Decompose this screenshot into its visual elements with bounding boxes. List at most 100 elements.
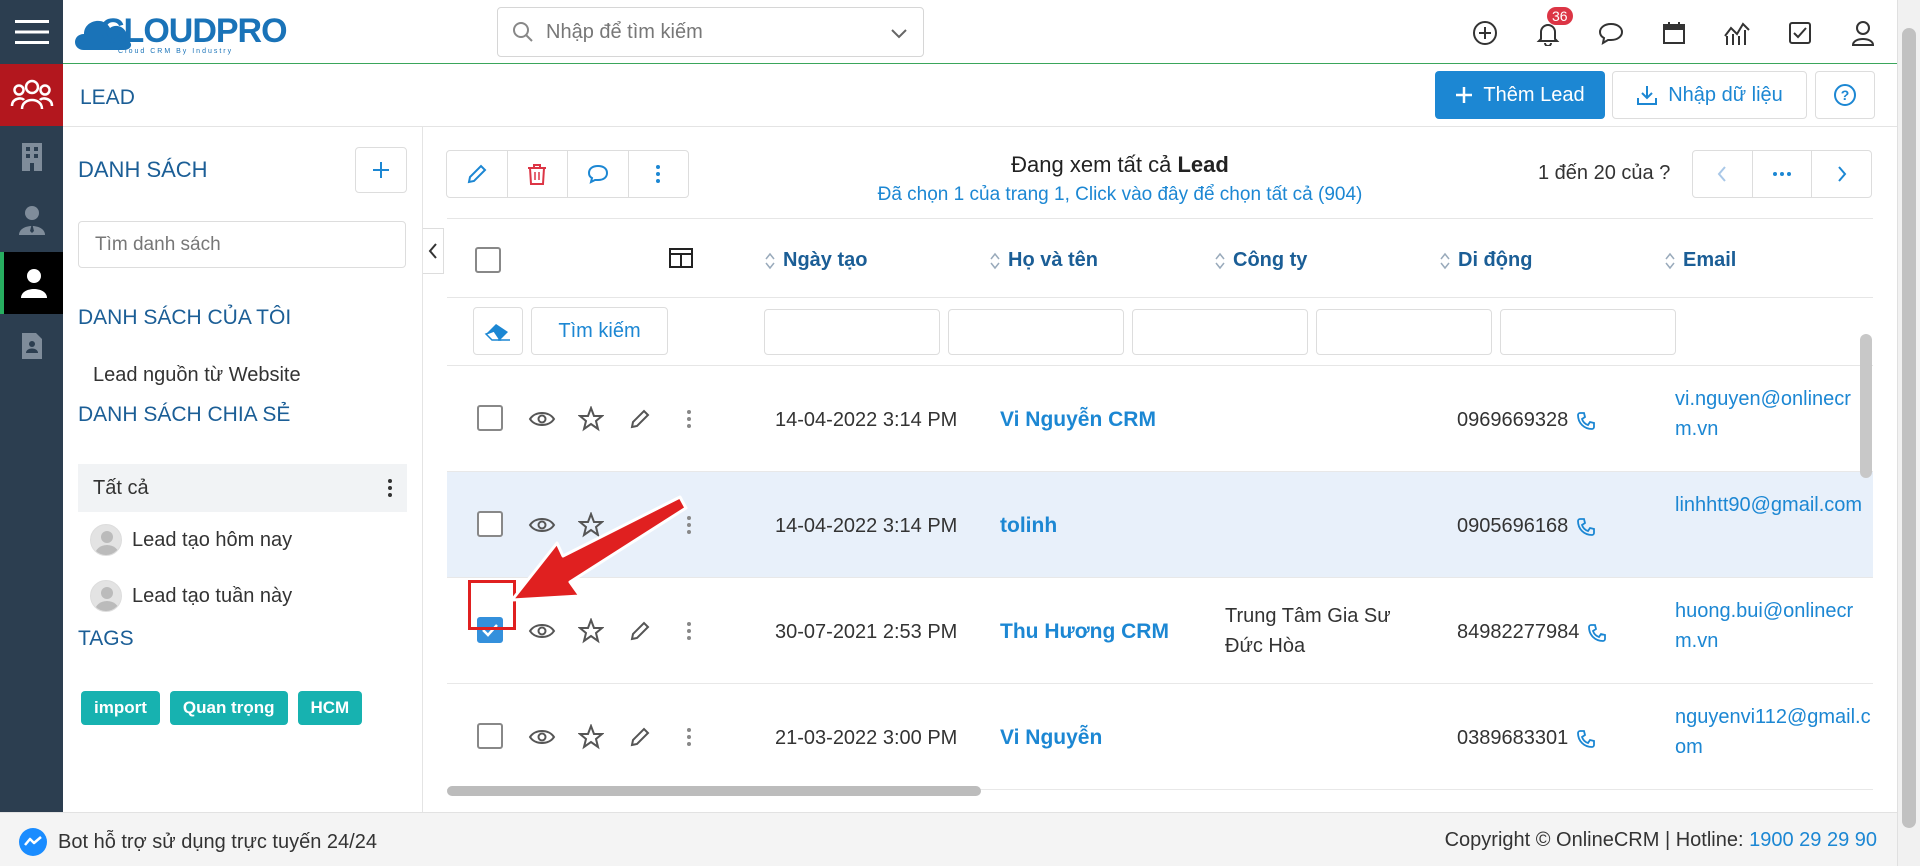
star-icon[interactable] xyxy=(576,616,605,645)
more-vertical-icon[interactable] xyxy=(674,616,703,645)
sidebar-item-documents[interactable] xyxy=(0,315,63,377)
list-item-all[interactable]: Tất cả xyxy=(78,464,407,512)
eye-icon[interactable] xyxy=(527,616,556,645)
cloudpro-logo[interactable]: CLOUDPRO Cloud CRM By Industry xyxy=(70,4,300,58)
star-icon[interactable] xyxy=(576,404,605,433)
filter-company-input[interactable] xyxy=(1132,309,1308,355)
row-checkbox-checked[interactable] xyxy=(477,617,503,643)
more-vertical-icon[interactable] xyxy=(674,510,703,539)
task-checkbox-icon[interactable] xyxy=(1783,16,1817,50)
row-checkbox[interactable] xyxy=(477,511,503,537)
phone-icon[interactable] xyxy=(1576,517,1596,537)
eye-icon[interactable] xyxy=(527,510,556,539)
cell-full-name[interactable]: Thu Hương CRM xyxy=(1000,620,1169,644)
user-profile-icon[interactable] xyxy=(1846,16,1880,50)
page-scrollbar[interactable] xyxy=(1897,0,1920,866)
column-header-mobile[interactable]: Di động xyxy=(1440,249,1532,272)
table-row[interactable]: 14-04-2022 3:14 PM Vi Nguyễn CRM 0969669… xyxy=(447,366,1873,472)
column-header-full-name[interactable]: Họ và tên xyxy=(990,249,1098,272)
row-checkbox[interactable] xyxy=(477,723,503,749)
column-layout-icon[interactable] xyxy=(668,246,694,270)
table-row[interactable]: 14-04-2022 3:14 PM tolinh 0905696168 lin… xyxy=(447,472,1873,578)
add-lead-button[interactable]: Thêm Lead xyxy=(1435,71,1605,119)
cell-email[interactable]: vi.nguyen@onlinecrm.vn xyxy=(1675,384,1873,444)
add-circle-icon[interactable] xyxy=(1468,16,1502,50)
cell-full-name[interactable]: Vi Nguyễn CRM xyxy=(1000,408,1156,432)
next-page-button[interactable] xyxy=(1812,151,1871,197)
cell-full-name[interactable]: tolinh xyxy=(1000,514,1057,538)
clear-filter-button[interactable] xyxy=(473,307,523,355)
sidebar-item-organizations[interactable] xyxy=(0,126,63,188)
phone-icon[interactable] xyxy=(1587,623,1607,643)
column-header-company[interactable]: Công ty xyxy=(1215,249,1307,272)
eye-icon[interactable] xyxy=(527,722,556,751)
pencil-icon[interactable] xyxy=(625,510,654,539)
column-header-created-date[interactable]: Ngày tạo xyxy=(765,249,867,272)
filter-mobile-input[interactable] xyxy=(1316,309,1492,355)
table-row[interactable]: 21-03-2022 3:00 PM Vi Nguyễn 0389683301 … xyxy=(447,684,1873,790)
sidebar-item-contacts-group[interactable] xyxy=(0,64,63,126)
sidebar-item-contacts[interactable] xyxy=(0,189,63,251)
help-button[interactable]: ? xyxy=(1815,71,1875,119)
global-search-input[interactable] xyxy=(546,20,923,44)
filter-created-date-input[interactable] xyxy=(764,309,940,355)
tag-hcm[interactable]: HCM xyxy=(297,691,363,725)
collapse-panel-button[interactable] xyxy=(423,228,444,274)
vertical-scrollbar[interactable] xyxy=(1860,334,1872,478)
phone-icon[interactable] xyxy=(1576,729,1596,749)
report-chart-icon[interactable] xyxy=(1720,16,1754,50)
tags-heading: TAGS xyxy=(78,627,134,650)
more-vertical-icon[interactable] xyxy=(674,404,703,433)
view-info: Đang xem tất cả Lead Đã chọn 1 của trang… xyxy=(760,152,1480,206)
horizontal-scrollbar[interactable] xyxy=(447,786,981,796)
calendar-icon[interactable] xyxy=(1657,16,1691,50)
select-all-checkbox[interactable] xyxy=(475,247,501,273)
cell-email[interactable]: huong.bui@onlinecrm.vn xyxy=(1675,596,1873,656)
list-item-today[interactable]: Lead tạo hôm nay xyxy=(90,524,292,556)
more-actions-button[interactable] xyxy=(629,151,689,197)
global-search[interactable] xyxy=(497,7,924,57)
more-vertical-icon[interactable] xyxy=(387,478,393,498)
pencil-icon[interactable] xyxy=(625,404,654,433)
add-list-button[interactable] xyxy=(355,147,407,193)
row-checkbox[interactable] xyxy=(477,405,503,431)
chevron-down-icon[interactable] xyxy=(889,23,909,43)
list-item-this-week[interactable]: Lead tạo tuần này xyxy=(90,580,292,612)
star-icon[interactable] xyxy=(576,510,605,539)
eye-icon[interactable] xyxy=(527,404,556,433)
filter-email-input[interactable] xyxy=(1500,309,1676,355)
pencil-icon[interactable] xyxy=(625,616,654,645)
table-row[interactable]: 30-07-2021 2:53 PM Thu Hương CRM Trung T… xyxy=(447,578,1873,684)
sort-icon xyxy=(1665,252,1675,269)
pagination-total[interactable]: ? xyxy=(1659,162,1670,184)
more-vertical-icon[interactable] xyxy=(674,722,703,751)
tag-important[interactable]: Quan trọng xyxy=(169,691,288,725)
cell-email[interactable]: linhhtt90@gmail.com xyxy=(1675,490,1873,520)
page-more-button[interactable] xyxy=(1753,151,1813,197)
chatbot-link[interactable]: Bot hỗ trợ sử dụng trực tuyến 24/24 xyxy=(18,827,377,857)
hotline-link[interactable]: 1900 29 29 90 xyxy=(1749,829,1877,851)
view-title-prefix: Đang xem tất cả xyxy=(1011,152,1178,177)
search-filter-button[interactable]: Tìm kiếm xyxy=(531,307,668,355)
import-data-button[interactable]: Nhập dữ liệu xyxy=(1612,71,1807,119)
tag-import[interactable]: import xyxy=(81,691,160,725)
select-all-link[interactable]: Đã chọn 1 của trang 1, Click vào đây để … xyxy=(760,184,1480,206)
star-icon[interactable] xyxy=(576,722,605,751)
cell-full-name[interactable]: Vi Nguyễn xyxy=(1000,726,1102,750)
prev-page-button[interactable] xyxy=(1693,151,1753,197)
sidebar-item-leads[interactable] xyxy=(0,252,63,314)
chat-bubble-icon[interactable] xyxy=(1594,16,1628,50)
filter-full-name-input[interactable] xyxy=(948,309,1124,355)
list-search-input[interactable] xyxy=(78,221,406,268)
pencil-icon[interactable] xyxy=(625,722,654,751)
phone-icon[interactable] xyxy=(1576,411,1596,431)
comment-button[interactable] xyxy=(568,151,629,197)
edit-button[interactable] xyxy=(447,151,508,197)
column-header-email[interactable]: Email xyxy=(1665,249,1736,272)
page-scrollbar-thumb[interactable] xyxy=(1902,28,1916,828)
hamburger-menu-icon[interactable] xyxy=(0,0,63,64)
notification-bell-icon[interactable]: 36 xyxy=(1531,7,1573,50)
cell-email[interactable]: nguyenvi112@gmail.com xyxy=(1675,702,1873,762)
delete-button[interactable] xyxy=(508,151,568,197)
list-item-website-leads[interactable]: Lead nguồn từ Website xyxy=(93,364,301,387)
